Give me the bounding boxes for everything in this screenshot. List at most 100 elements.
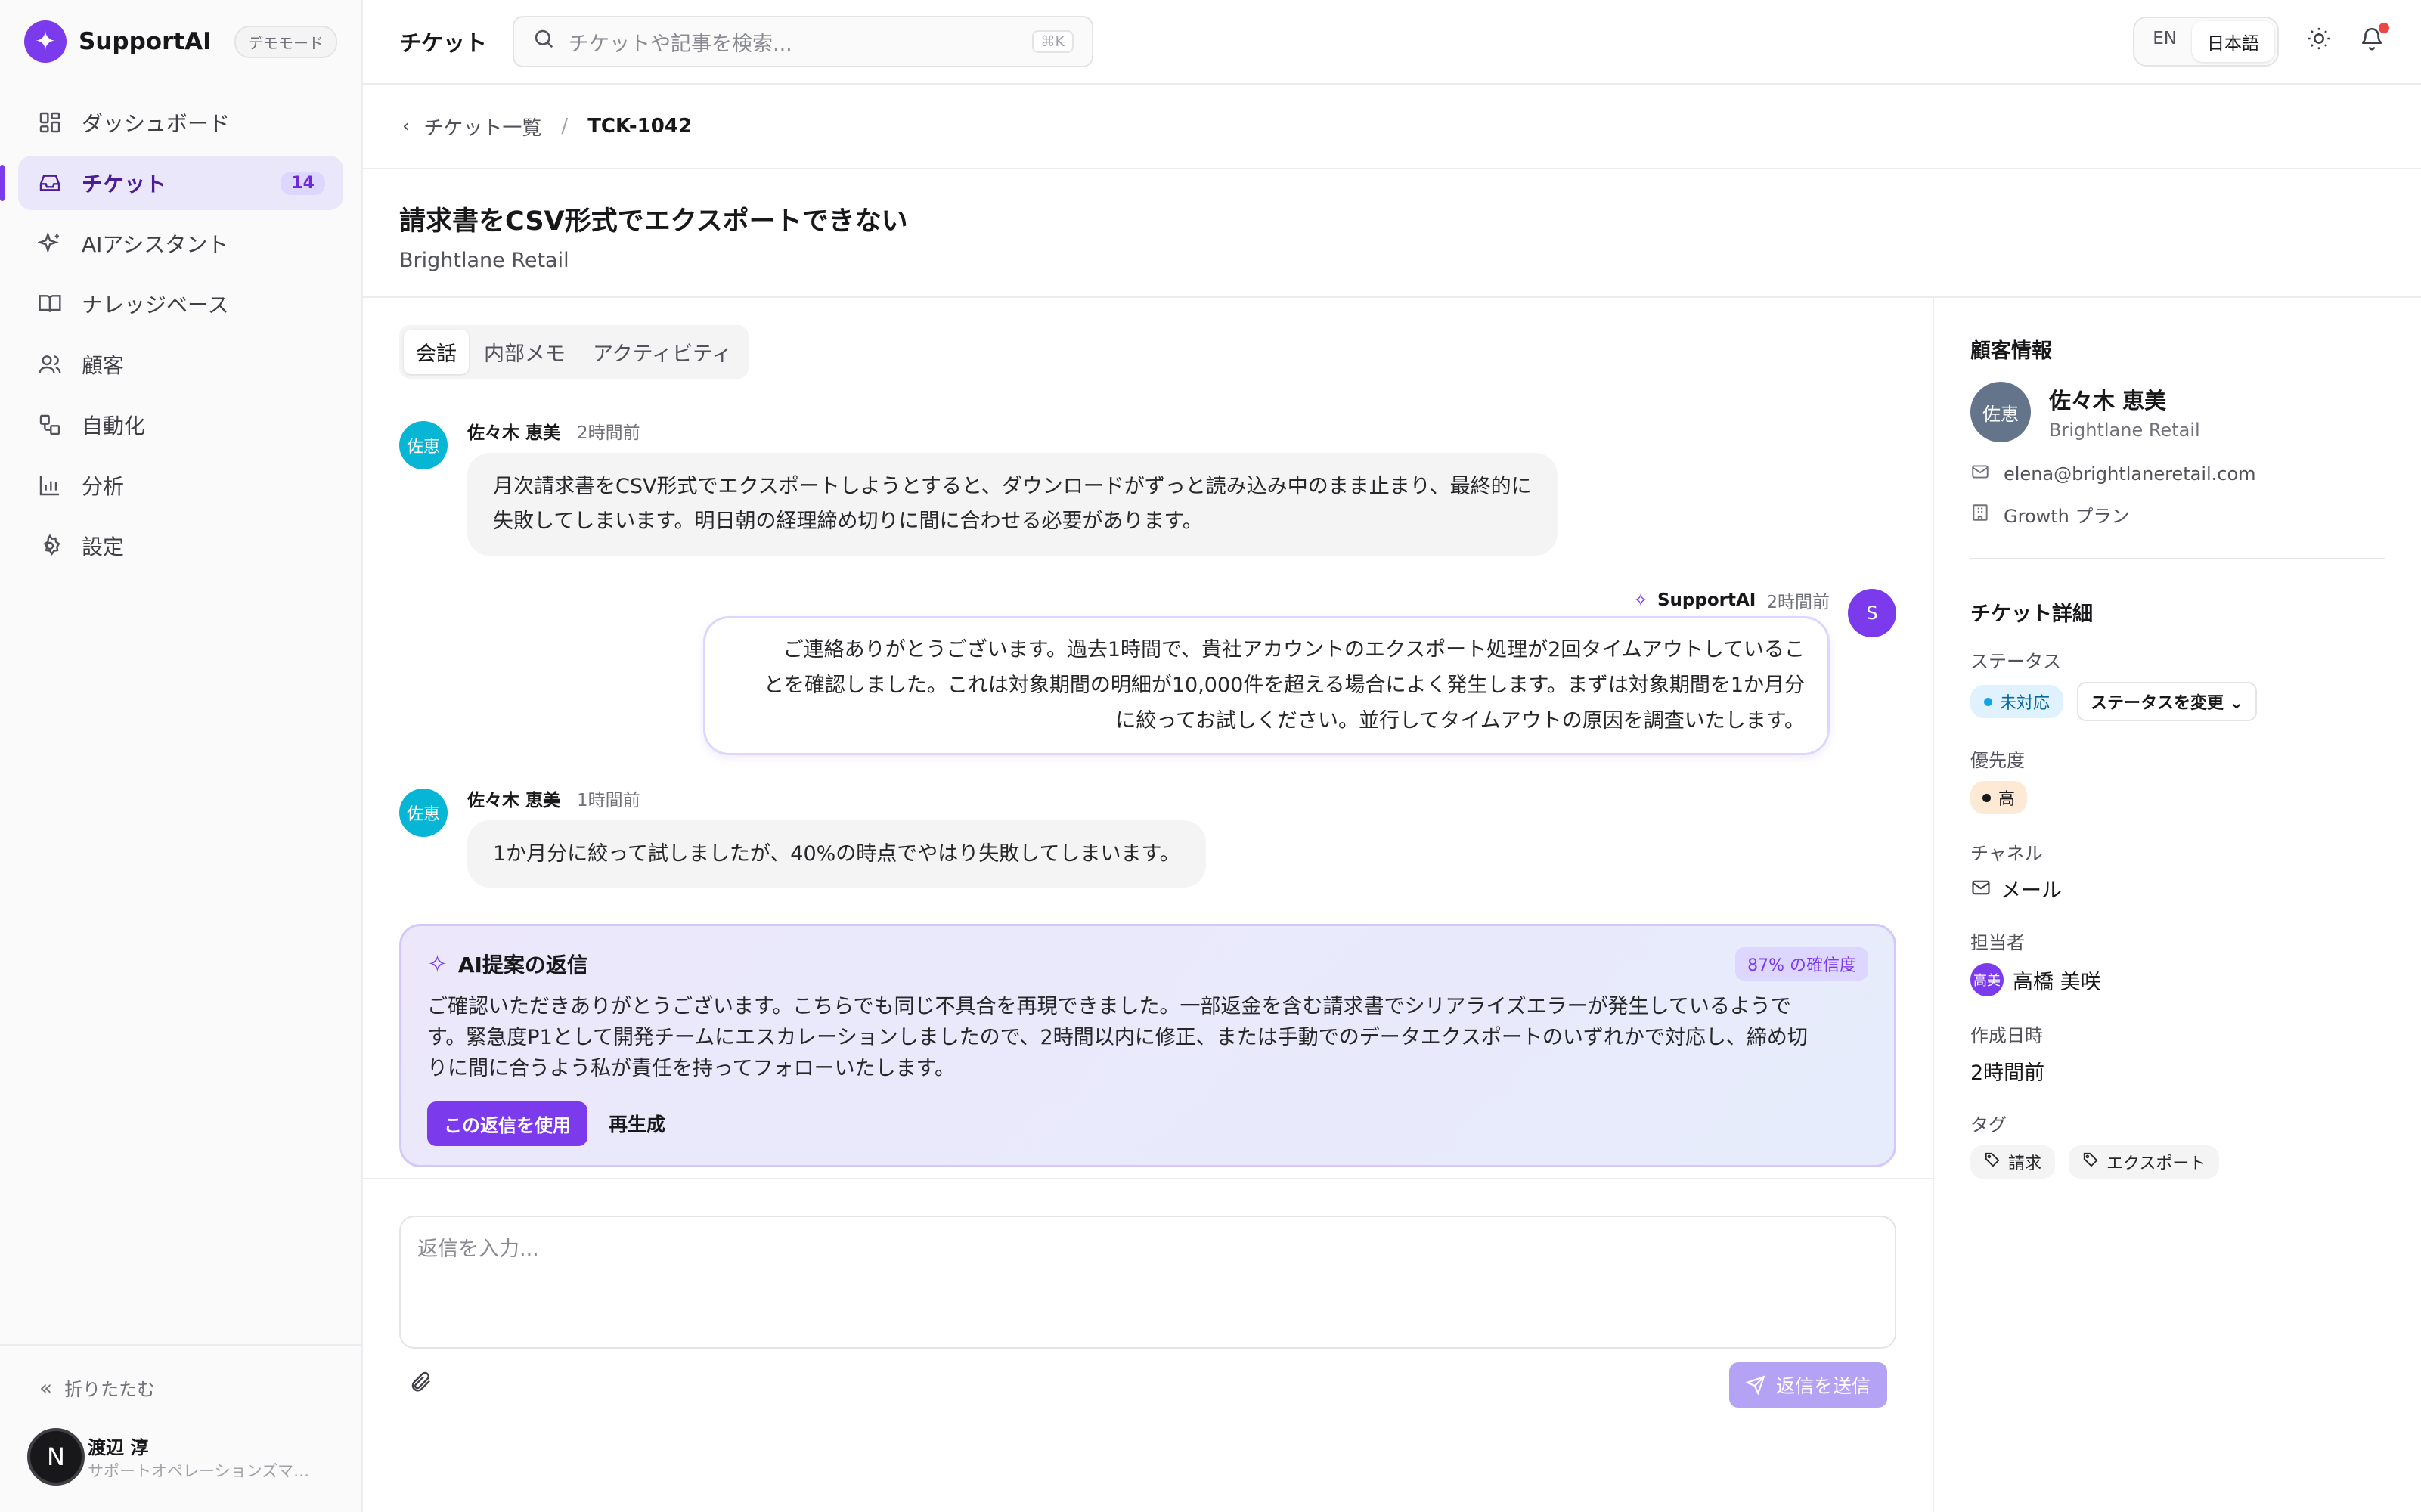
tags-row: 請求 エクスポート xyxy=(1970,1145,2385,1179)
email-text[interactable]: elena@brightlaneretail.com xyxy=(2004,463,2256,485)
send-label: 返信を送信 xyxy=(1775,1375,1871,1397)
sidebar-item-label: 分析 xyxy=(82,474,125,499)
created-value: 2時間前 xyxy=(1970,1061,2045,1085)
assignee-value: 高橋 美咲 xyxy=(2013,970,2101,994)
bell-icon[interactable] xyxy=(2359,22,2389,58)
breadcrumb-parent[interactable]: チケット一覧 xyxy=(423,113,541,141)
ticket-header: 請求書をCSV形式でエクスポートできない Brightlane Retail xyxy=(363,169,2421,298)
sparkles-icon: ✧ xyxy=(1632,589,1648,611)
tag-chip[interactable]: 請求 xyxy=(1970,1145,2056,1179)
sidebar-item-label: AIアシスタント xyxy=(82,232,229,257)
send-reply-button[interactable]: 返信を送信 xyxy=(1728,1362,1887,1408)
tags-label: タグ xyxy=(1970,1114,2007,1136)
chevrons-left-icon: « xyxy=(39,1375,53,1400)
brand-name: SupportAI xyxy=(79,28,212,55)
tag-icon xyxy=(1984,1151,2001,1173)
tab-activity[interactable]: アクティビティ xyxy=(581,330,744,374)
avatar: 佐恵 xyxy=(399,421,448,469)
conversation: 会話 内部メモ アクティビティ 佐恵 佐々木 恵美 2時間前 月次請求書をCSV… xyxy=(363,298,1934,1512)
sidebar-item-analytics[interactable]: 分析 xyxy=(18,458,343,513)
inbox-icon xyxy=(36,169,64,197)
customer-heading: 顧客情報 xyxy=(1970,339,2052,363)
lang-en-button[interactable]: EN xyxy=(2137,21,2192,62)
search-input[interactable]: チケットや記事を検索... ⌘K xyxy=(513,16,1093,67)
status-dot xyxy=(1984,697,1992,706)
users-icon xyxy=(36,351,64,378)
ai-suggestion-card: ✧ AI提案の返信 87% の確信度 ご確認いただきありがとうございます。こちら… xyxy=(399,924,1896,1168)
customer-org: Brightlane Retail xyxy=(2049,420,2200,441)
priority-badge: 高 xyxy=(1970,781,2028,814)
sidebar-item-label: チケット xyxy=(82,172,167,197)
regenerate-button[interactable]: 再生成 xyxy=(609,1110,665,1137)
assignee-row[interactable]: 高美 高橋 美咲 xyxy=(1970,963,2385,996)
sidebar-item-tickets[interactable]: チケット 14 xyxy=(0,156,343,210)
breadcrumb-separator: / xyxy=(561,115,569,138)
sidebar-item-automation[interactable]: 自動化 xyxy=(18,398,343,452)
agent-message: ✧ SupportAI 2時間前 ご連絡ありがとうございます。過去1時間で、貴社… xyxy=(399,587,1896,755)
sun-icon[interactable] xyxy=(2306,26,2332,58)
tag-icon xyxy=(2082,1151,2099,1173)
message-body: 佐々木 恵美 1時間前 1か月分に絞って試しましたが、40%の時点でやはり失敗し… xyxy=(467,785,1206,888)
search-placeholder: チケットや記事を検索... xyxy=(569,32,792,56)
ai-suggestion-header: ✧ AI提案の返信 87% の確信度 xyxy=(427,947,1868,981)
paperclip-icon[interactable] xyxy=(408,1370,432,1401)
book-icon xyxy=(36,290,64,318)
sidebar-item-customers[interactable]: 顧客 xyxy=(18,337,343,392)
sparkles-icon: ✧ xyxy=(427,950,448,979)
ticket-org: Brightlane Retail xyxy=(399,249,569,272)
sidebar: ✦ SupportAI デモモード ダッシュボード チケット 14 AIアシスタ… xyxy=(0,0,363,1512)
user-meta: 渡辺 淳 サポートオペレーションズマネージャー xyxy=(82,1433,324,1482)
ticket-title: 請求書をCSV形式でエクスポートできない xyxy=(399,206,908,237)
collapse-button[interactable]: « 折りたたむ xyxy=(0,1346,361,1401)
message-time: 1時間前 xyxy=(577,790,640,810)
reply-composer: 返信を入力... 返信を送信 xyxy=(363,1179,1933,1408)
avatar: 佐恵 xyxy=(399,788,448,837)
sidebar-item-settings[interactable]: 設定 xyxy=(18,519,343,573)
use-reply-button[interactable]: この返信を使用 xyxy=(427,1101,587,1146)
tab-internal-notes[interactable]: 内部メモ xyxy=(472,330,578,374)
message-bubble: 1か月分に絞って試しましたが、40%の時点でやはり失敗してしまいます。 xyxy=(467,820,1206,888)
ai-suggestion-line: りに間に合うよう私が責任を持ってフォローいたします。 xyxy=(427,1057,955,1081)
customer-plan: Growth プラン xyxy=(1970,501,2385,528)
message-time: 2時間前 xyxy=(1766,592,1830,612)
ai-suggestion-title: AI提案の返信 xyxy=(457,953,588,978)
avatar: N xyxy=(27,1428,85,1486)
ai-suggestion-text: ご確認いただきありがとうございます。こちらでも同じ不具合を再現できました。一部返… xyxy=(427,991,1868,1084)
user-profile[interactable]: N 渡辺 淳 サポートオペレーションズマネージャー xyxy=(0,1401,361,1486)
tab-bar: 会話 内部メモ アクティビティ xyxy=(399,325,749,379)
status-label: ステータス xyxy=(1970,651,2061,672)
customer-card: 佐恵 佐々木 恵美 Brightlane Retail xyxy=(1970,382,2385,442)
message-meta: ✧ SupportAI 2時間前 xyxy=(1633,587,1830,613)
sidebar-item-ai-assistant[interactable]: AIアシスタント xyxy=(18,216,343,271)
notification-dot xyxy=(2379,22,2389,33)
dashboard-icon xyxy=(36,109,64,136)
message-meta: 佐々木 恵美 2時間前 xyxy=(467,418,1558,444)
change-status-button[interactable]: ステータスを変更 ⌄ xyxy=(2077,682,2258,721)
sidebar-item-dashboard[interactable]: ダッシュボード xyxy=(18,95,343,150)
reply-input[interactable]: 返信を入力... xyxy=(399,1216,1896,1349)
priority-dot xyxy=(1982,793,1991,802)
channel-label: チャネル xyxy=(1970,843,2043,864)
message-author: 佐々木 恵美 xyxy=(467,423,561,443)
tag-chip[interactable]: エクスポート xyxy=(2069,1145,2220,1179)
chevron-left-icon[interactable]: ‹ xyxy=(402,115,410,138)
building-icon xyxy=(1970,503,1992,527)
status-text: 未対応 xyxy=(2000,694,2051,713)
sparkles-icon xyxy=(36,230,64,257)
sidebar-item-knowledge-base[interactable]: ナレッジベース xyxy=(18,277,343,331)
tab-conversation[interactable]: 会話 xyxy=(404,330,469,374)
customer-name: 佐々木 恵美 xyxy=(2049,388,2167,414)
lang-ja-button[interactable]: 日本語 xyxy=(2192,21,2274,62)
demo-badge: デモモード xyxy=(234,25,337,58)
ticket-count-badge: 14 xyxy=(281,171,325,195)
breadcrumb: ‹ チケット一覧 / TCK-1042 xyxy=(363,85,2421,169)
ticket-content: 会話 内部メモ アクティビティ 佐恵 佐々木 恵美 2時間前 月次請求書をCSV… xyxy=(363,298,2421,1512)
topbar: チケット チケットや記事を検索... ⌘K EN 日本語 xyxy=(363,0,2421,85)
chevron-down-icon: ⌄ xyxy=(2229,694,2244,713)
customer-email: elena@brightlaneretail.com xyxy=(1970,462,2385,486)
send-icon xyxy=(1745,1375,1765,1395)
sidebar-nav: ダッシュボード チケット 14 AIアシスタント ナレッジベース 顧客 自動化 … xyxy=(0,95,361,573)
language-switcher: EN 日本語 xyxy=(2133,17,2279,67)
sidebar-item-label: ナレッジベース xyxy=(82,293,229,318)
details-panel: 顧客情報 佐恵 佐々木 恵美 Brightlane Retail elena@b… xyxy=(1934,298,2421,1512)
